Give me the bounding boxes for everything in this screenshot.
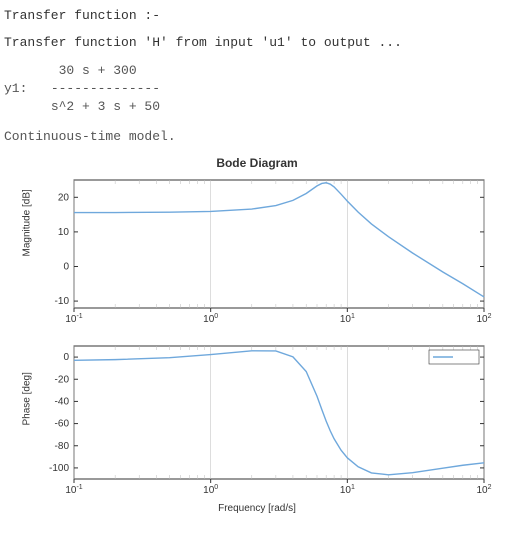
transfer-function-block: 30 s + 300 y1: -------------- s^2 + 3 s … <box>4 62 510 117</box>
svg-text:-100: -100 <box>49 462 69 473</box>
svg-text:-20: -20 <box>55 374 70 385</box>
svg-text:-10: -10 <box>55 296 70 307</box>
svg-text:102: 102 <box>476 313 491 325</box>
svg-text:0: 0 <box>63 261 69 272</box>
tf-numerator: 30 s + 300 <box>59 63 137 78</box>
phase-ylabel: Phase [deg] <box>22 411 33 425</box>
svg-text:-60: -60 <box>55 418 70 429</box>
xlabel: Frequency [rad/s] <box>27 503 487 514</box>
svg-text:102: 102 <box>476 484 491 496</box>
heading-2: Transfer function 'H' from input 'u1' to… <box>4 35 510 50</box>
continuous-time-label: Continuous-time model. <box>4 129 510 144</box>
svg-text:-80: -80 <box>55 440 70 451</box>
svg-text:10-1: 10-1 <box>65 313 82 325</box>
phase-plot: 10-1 100 101 102 -100 -80 -60 -40 -20 0 <box>34 336 494 501</box>
tf-rule: -------------- <box>51 81 160 96</box>
svg-text:10: 10 <box>58 226 70 237</box>
svg-text:10-1: 10-1 <box>65 484 82 496</box>
magnitude-ylabel: Magnitude [dB] <box>22 243 33 257</box>
svg-text:20: 20 <box>58 192 70 203</box>
tf-label: y1: <box>4 81 27 96</box>
svg-text:100: 100 <box>203 484 218 496</box>
svg-text:-40: -40 <box>55 396 70 407</box>
chart-title: Bode Diagram <box>216 156 297 170</box>
svg-text:100: 100 <box>203 313 218 325</box>
magnitude-plot: 10-1 100 101 102 -10 0 10 20 <box>34 170 494 330</box>
svg-text:101: 101 <box>340 484 355 496</box>
heading-1: Transfer function :- <box>4 8 510 23</box>
tf-denominator: s^2 + 3 s + 50 <box>51 99 160 114</box>
svg-text:101: 101 <box>340 313 355 325</box>
bode-diagram: Bode Diagram Magnitude [dB] 10-110010110… <box>4 152 510 514</box>
svg-text:0: 0 <box>63 352 69 363</box>
